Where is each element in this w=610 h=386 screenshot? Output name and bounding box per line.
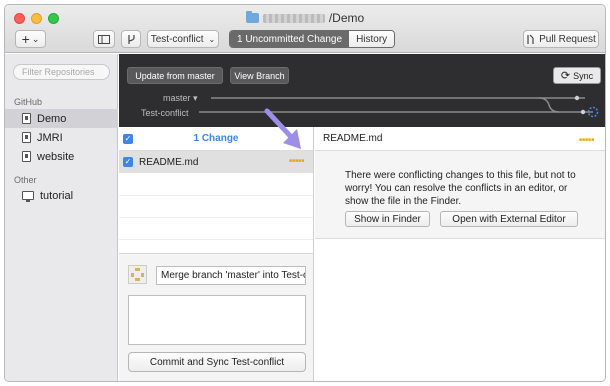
sidebar-item-label: tutorial [40, 189, 74, 202]
show-in-finder-button[interactable]: Show in Finder [345, 211, 430, 227]
folder-icon [245, 11, 259, 23]
file-name: README.md [139, 156, 199, 168]
section-other: Other [14, 175, 37, 185]
plus-icon: + [21, 31, 30, 47]
pull-request-icon [527, 34, 534, 44]
select-all-checkbox[interactable]: ✓ [123, 133, 133, 144]
add-button[interactable]: + ⌄ [15, 30, 46, 48]
tab-history[interactable]: History [349, 31, 395, 47]
diff-pane: README.md ■■■■■ There were conflicting c… [315, 127, 605, 381]
branch-button[interactable] [121, 30, 141, 48]
pull-request-button[interactable]: Pull Request [523, 30, 599, 48]
view-tabs: 1 Uncommitted Change History [229, 30, 396, 48]
conflict-message: There were conflicting changes to this f… [345, 170, 576, 207]
sidebar-item-jmri[interactable]: JMRI [5, 128, 118, 147]
redacted-path [262, 13, 325, 23]
diff-header: README.md ■■■■■ [315, 127, 605, 151]
avatar [128, 265, 147, 284]
branch-icon [127, 34, 135, 44]
file-checkbox[interactable]: ✓ [123, 157, 133, 167]
sidebar-item-label: website [37, 150, 75, 163]
pull-request-label: Pull Request [539, 33, 596, 45]
chevron-down-icon: ⌄ [208, 34, 216, 44]
conflict-marker-icon: ■■■■■ [579, 137, 595, 143]
sidebar-item-label: Demo [37, 112, 67, 125]
commit-and-sync-button[interactable]: Commit and Sync Test-conflict [128, 352, 306, 372]
chevron-down-icon: ⌄ [31, 34, 40, 44]
annotation-arrow-icon [264, 108, 301, 149]
filter-repositories-input[interactable]: Filter Repositories [13, 64, 110, 80]
commit-description-input[interactable] [128, 295, 306, 345]
sidebar-toggle-button[interactable] [93, 30, 115, 48]
row-divider [119, 195, 313, 196]
repo-icon [22, 151, 31, 162]
row-divider [119, 217, 313, 218]
identicon-icon [131, 268, 144, 281]
changes-pane: ✓ 1 Change ✓ README.md ■■■■■ Merge branc… [119, 127, 314, 381]
repo-icon [22, 132, 31, 143]
monitor-icon [22, 191, 34, 202]
section-github: GitHub [14, 97, 43, 107]
row-divider [119, 239, 313, 240]
branch-graph [199, 95, 599, 118]
branch-bar: Update from master View Branch ⟳ Sync ma… [119, 54, 605, 127]
sidebar-item-tutorial[interactable]: tutorial [5, 186, 118, 205]
app-window: /Demo + ⌄ Test-conflict ⌄ 1 Uncommitted … [4, 4, 606, 382]
sidebar-item-label: JMRI [37, 131, 63, 144]
sidebar-icon [98, 34, 110, 44]
window-title-area: /Demo [5, 11, 605, 25]
sidebar-item-demo[interactable]: Demo [5, 109, 118, 128]
branch-selector[interactable]: Test-conflict ⌄ [147, 30, 219, 48]
title-bar: /Demo + ⌄ Test-conflict ⌄ 1 Uncommitted … [5, 5, 605, 53]
branch-selector-label: Test-conflict [150, 33, 204, 45]
commit-summary-input[interactable]: Merge branch 'master' into Test-conflict [156, 266, 306, 285]
sidebar-item-website[interactable]: website [5, 147, 118, 166]
open-external-editor-button[interactable]: Open with External Editor [440, 211, 578, 227]
commit-box: Merge branch 'master' into Test-conflict… [119, 253, 313, 381]
window-title: /Demo [328, 11, 365, 25]
repo-icon [22, 113, 31, 124]
sidebar: Filter Repositories GitHub Demo JMRI web… [5, 54, 118, 381]
conflict-notice: There were conflicting changes to this f… [315, 151, 605, 239]
diff-file-name: README.md [323, 133, 383, 144]
tab-uncommitted-changes[interactable]: 1 Uncommitted Change [230, 31, 350, 47]
